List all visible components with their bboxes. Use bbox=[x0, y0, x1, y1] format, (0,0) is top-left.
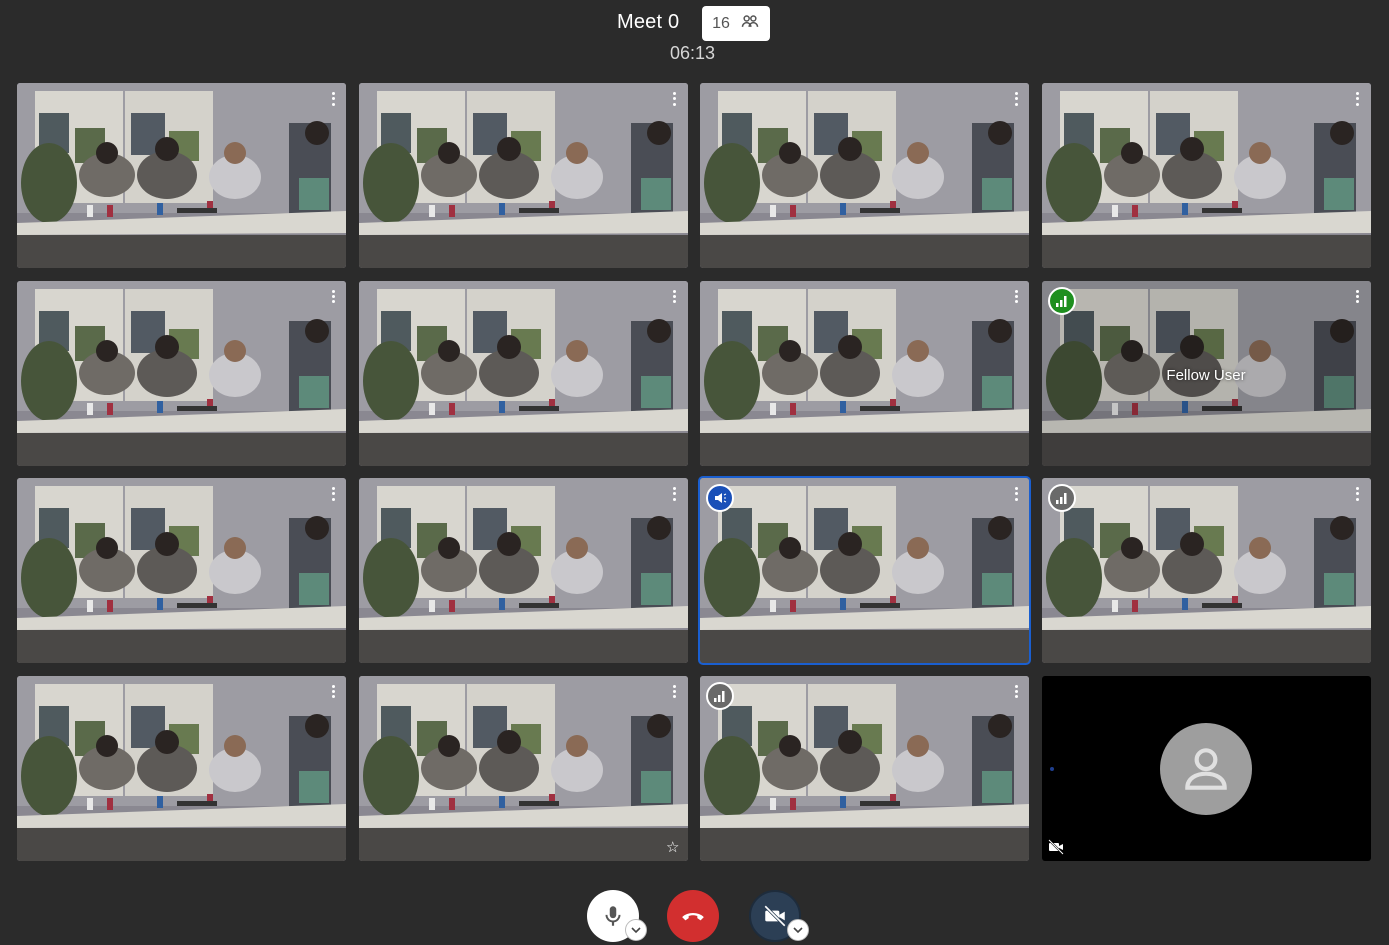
video-feed bbox=[17, 83, 346, 268]
participant-count: 16 bbox=[712, 14, 730, 32]
tile-menu-icon[interactable] bbox=[1012, 684, 1020, 700]
video-tile[interactable]: ☆ bbox=[358, 675, 688, 861]
video-feed bbox=[359, 478, 688, 663]
tile-menu-icon[interactable] bbox=[1354, 486, 1362, 502]
video-feed bbox=[359, 676, 688, 861]
video-feed bbox=[700, 281, 1029, 466]
star-icon[interactable]: ☆ bbox=[666, 840, 679, 855]
chevron-down-icon bbox=[793, 927, 803, 934]
video-tile[interactable] bbox=[700, 83, 1029, 268]
video-feed bbox=[17, 478, 346, 663]
video-tile[interactable] bbox=[358, 478, 688, 663]
video-tile[interactable] bbox=[1041, 478, 1371, 663]
people-icon bbox=[740, 11, 760, 36]
call-controls bbox=[0, 880, 1389, 945]
signal-grey-icon bbox=[706, 681, 734, 710]
video-tile[interactable] bbox=[17, 83, 346, 268]
avatar-placeholder-icon bbox=[1159, 722, 1252, 815]
meeting-header: Meet 0 16 06:13 bbox=[0, 0, 1389, 70]
camera-options-button[interactable] bbox=[787, 919, 809, 941]
video-feed bbox=[359, 281, 688, 466]
tile-menu-icon[interactable] bbox=[1354, 91, 1362, 107]
chevron-down-icon bbox=[631, 927, 641, 934]
video-tile[interactable] bbox=[358, 83, 688, 268]
microphone-options-button[interactable] bbox=[625, 919, 647, 941]
video-tile-camera-off[interactable] bbox=[1041, 675, 1371, 861]
tile-menu-icon[interactable] bbox=[1012, 289, 1020, 305]
tile-menu-icon[interactable] bbox=[1012, 486, 1020, 502]
signal-grey-icon bbox=[1047, 484, 1076, 512]
participants-button[interactable]: 16 bbox=[702, 6, 770, 41]
video-feed bbox=[1042, 83, 1371, 268]
speaker-blue-icon bbox=[706, 484, 734, 512]
video-tile-active-speaker[interactable] bbox=[698, 476, 1031, 665]
hang-up-icon bbox=[682, 913, 704, 921]
video-tile[interactable] bbox=[17, 478, 346, 663]
video-tile[interactable] bbox=[1041, 83, 1371, 268]
microphone-icon bbox=[605, 906, 621, 926]
video-feed bbox=[700, 478, 1029, 663]
tile-menu-icon[interactable] bbox=[671, 91, 679, 107]
participant-name: Fellow User bbox=[1166, 366, 1246, 384]
hang-up-button[interactable] bbox=[667, 890, 719, 942]
video-tile[interactable] bbox=[17, 675, 346, 861]
video-tile-fellow-user[interactable]: Fellow User bbox=[1041, 280, 1371, 466]
tile-menu-icon[interactable] bbox=[671, 486, 679, 502]
meeting-title: Meet 0 bbox=[617, 11, 680, 33]
indicator-dot bbox=[1049, 766, 1054, 771]
tile-menu-icon[interactable] bbox=[329, 486, 337, 502]
video-grid: Fellow User ☆ bbox=[17, 83, 1371, 861]
tile-menu-icon[interactable] bbox=[329, 91, 337, 107]
video-feed bbox=[17, 281, 346, 466]
video-feed bbox=[700, 676, 1029, 861]
tile-menu-icon[interactable] bbox=[671, 684, 679, 700]
tile-menu-icon[interactable] bbox=[329, 684, 337, 700]
video-feed bbox=[700, 83, 1029, 268]
video-feed bbox=[1042, 478, 1371, 663]
tile-menu-icon[interactable] bbox=[1354, 289, 1362, 305]
video-tile[interactable] bbox=[17, 280, 346, 466]
camera-off-icon bbox=[1047, 838, 1064, 855]
video-tile[interactable] bbox=[700, 280, 1029, 466]
signal-green-icon bbox=[1047, 286, 1076, 315]
video-tile[interactable] bbox=[358, 280, 688, 466]
video-feed bbox=[359, 83, 688, 268]
camera-off-icon bbox=[764, 905, 786, 927]
video-tile[interactable] bbox=[700, 675, 1029, 861]
tile-menu-icon[interactable] bbox=[1012, 91, 1020, 107]
tile-menu-icon[interactable] bbox=[671, 289, 679, 305]
meeting-timer: 06:13 bbox=[670, 43, 716, 63]
tile-menu-icon[interactable] bbox=[329, 289, 337, 305]
video-feed bbox=[17, 676, 346, 861]
